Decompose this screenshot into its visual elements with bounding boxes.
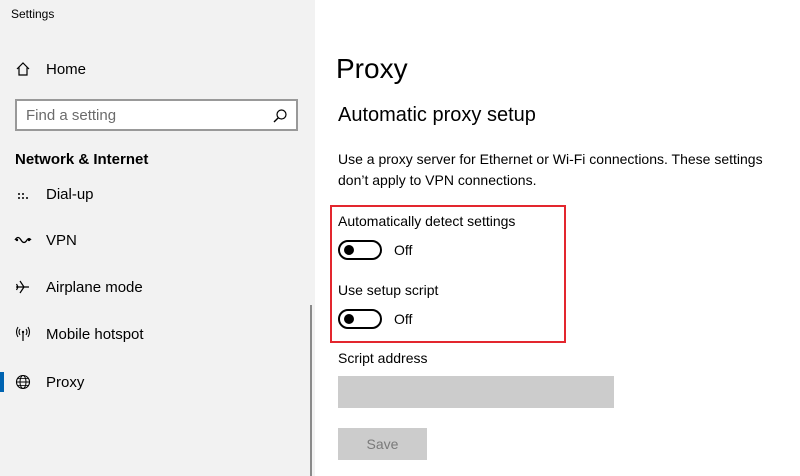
- toggle-state: Off: [394, 242, 413, 258]
- sidebar-item-mobile-hotspot[interactable]: Mobile hotspot: [0, 316, 310, 352]
- setup-script-toggle[interactable]: Off: [338, 309, 412, 329]
- setup-script-label: Use setup script: [338, 282, 439, 298]
- script-address-input[interactable]: [338, 376, 614, 408]
- home-label: Home: [46, 60, 87, 78]
- search-box[interactable]: [15, 99, 298, 131]
- sidebar-item-airplane-mode[interactable]: Airplane mode: [0, 269, 310, 305]
- app-title: Settings: [11, 7, 55, 21]
- sidebar-item-dialup[interactable]: Dial-up: [0, 176, 310, 212]
- toggle-switch[interactable]: [338, 240, 382, 260]
- section-heading: Network & Internet: [15, 151, 149, 168]
- sidebar: Settings Home Network & Internet Dial-up…: [0, 0, 315, 476]
- vpn-icon: [14, 231, 32, 249]
- page-title: Proxy: [336, 53, 408, 84]
- toggle-knob: [344, 245, 354, 255]
- airplane-icon: [14, 278, 32, 296]
- auto-detect-toggle[interactable]: Off: [338, 240, 412, 260]
- sidebar-item-label: Dial-up: [46, 185, 94, 203]
- toggle-state: Off: [394, 311, 413, 327]
- toggle-knob: [344, 314, 354, 324]
- sidebar-item-vpn[interactable]: VPN: [0, 222, 310, 258]
- hotspot-icon: [14, 325, 32, 343]
- selection-indicator: [0, 372, 4, 392]
- sidebar-item-proxy[interactable]: Proxy: [0, 364, 310, 400]
- search-icon[interactable]: [272, 108, 288, 124]
- description: Use a proxy server for Ethernet or Wi-Fi…: [338, 151, 763, 188]
- toggle-switch[interactable]: [338, 309, 382, 329]
- sidebar-item-label: Mobile hotspot: [46, 325, 144, 343]
- save-button[interactable]: Save: [338, 428, 427, 460]
- sidebar-scrollbar[interactable]: [310, 305, 312, 476]
- main-content: Proxy Automatic proxy setup Use a proxy …: [315, 0, 800, 476]
- sidebar-item-label: Airplane mode: [46, 278, 143, 296]
- globe-icon: [14, 373, 32, 391]
- sidebar-item-label: Proxy: [46, 373, 85, 391]
- search-input[interactable]: [26, 106, 266, 124]
- dialup-icon: [14, 185, 32, 203]
- sidebar-item-label: VPN: [46, 231, 77, 249]
- section-title: Automatic proxy setup: [338, 104, 536, 126]
- nav-list: Dial-up VPN Airplane mode Mobile hotspot: [0, 176, 315, 476]
- auto-detect-label: Automatically detect settings: [338, 213, 516, 229]
- home-icon: [14, 60, 32, 78]
- home-nav-item[interactable]: Home: [14, 59, 86, 79]
- script-address-label: Script address: [338, 350, 428, 366]
